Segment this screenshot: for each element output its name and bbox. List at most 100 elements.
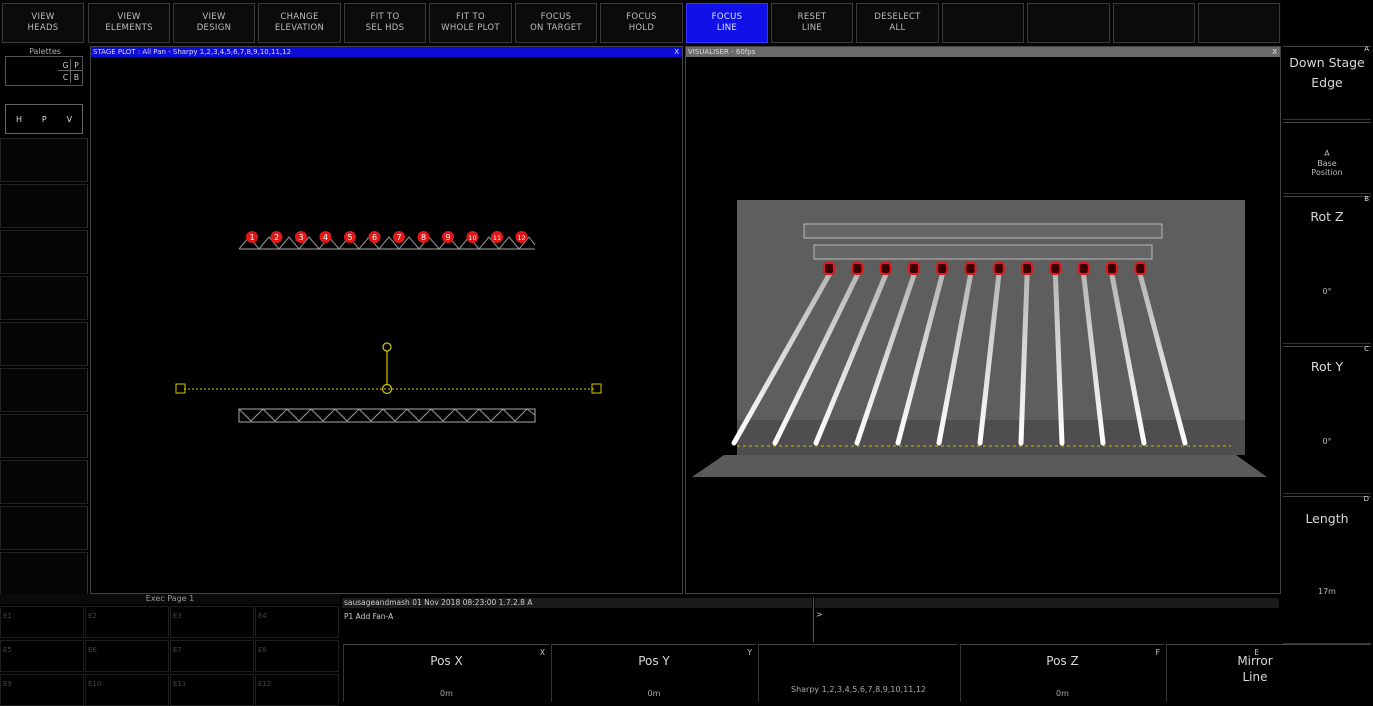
change-elevation-button[interactable]: CHANGE ELEVATION — [258, 3, 341, 43]
focus-line[interactable] — [175, 342, 602, 395]
visualiser-window[interactable]: VISUALISER - 60fps X — [685, 46, 1281, 594]
visualiser-fixture[interactable] — [936, 262, 949, 275]
exec-cell[interactable]: E5 — [0, 640, 84, 672]
exec-cell[interactable]: E3 — [170, 606, 254, 638]
visualiser-fixture[interactable] — [907, 262, 920, 275]
toolbar-blank-button-1[interactable] — [942, 3, 1024, 43]
visualiser-fixture[interactable] — [992, 262, 1005, 275]
visualiser-canvas[interactable] — [686, 57, 1280, 593]
stage-fixture[interactable]: 5 — [344, 231, 356, 243]
stage-plot-canvas[interactable]: 1 2 3 4 5 6 7 8 9 10 11 12 — [91, 57, 682, 593]
stage-fixture[interactable]: 3 — [295, 231, 307, 243]
exec-cell[interactable]: E8 — [255, 640, 339, 672]
palette-slot[interactable] — [0, 322, 88, 366]
stage-fixture[interactable]: 12 — [515, 231, 528, 243]
pos-z-value: 0m — [1056, 689, 1069, 698]
stage-fixture[interactable]: 1 — [246, 231, 258, 243]
mirror-line-button[interactable]: E Mirror Line — [1166, 644, 1371, 702]
stage-fixture[interactable]: 2 — [270, 231, 283, 243]
palette-slot[interactable] — [0, 368, 88, 412]
stage-fixture[interactable]: 4 — [319, 231, 332, 243]
visualiser-fixture[interactable] — [964, 262, 977, 275]
visualiser-fixture[interactable] — [823, 262, 835, 275]
palette-p[interactable]: P — [72, 61, 81, 70]
palette-slot[interactable] — [0, 184, 88, 228]
rot-z-button[interactable]: B Rot Z 0° — [1283, 195, 1371, 344]
palette-b[interactable]: B — [72, 73, 81, 82]
parameter-panel: A Down Stage Edge A Base Position B Rot … — [1281, 45, 1373, 702]
palette-slot[interactable] — [0, 460, 88, 504]
base-position-button[interactable]: A Base Position — [1283, 122, 1371, 194]
stage-fixture[interactable]: 7 — [393, 231, 405, 243]
visualiser-fixture[interactable] — [1021, 262, 1034, 275]
rot-y-label: Rot Y — [1310, 359, 1344, 374]
visualiser-fixture[interactable] — [1077, 262, 1090, 275]
reset-line-button[interactable]: RESET LINE — [771, 3, 853, 43]
focus-line-start-handle[interactable] — [175, 383, 186, 394]
hpv-selector: H P V — [5, 104, 83, 134]
fit-to-whole-plot-button[interactable]: FIT TO WHOLE PLOT — [429, 3, 512, 43]
exec-cell[interactable]: E4 — [255, 606, 339, 638]
view-heads-button[interactable]: VIEW HEADS — [2, 3, 84, 43]
visualiser-fixture[interactable] — [1134, 262, 1147, 275]
focus-hold-button[interactable]: FOCUS HOLD — [600, 3, 683, 43]
pos-y-button[interactable]: Y Pos Y 0m — [551, 644, 756, 702]
stage-fixture[interactable]: 11 — [491, 231, 503, 243]
deselect-all-button[interactable]: DESELECT ALL — [856, 3, 939, 43]
pos-x-button[interactable]: X Pos X 0m — [343, 644, 549, 702]
visualiser-fixture[interactable] — [1106, 262, 1118, 275]
palette-slot[interactable] — [0, 552, 88, 596]
fit-to-sel-hds-button[interactable]: FIT TO SEL HDS — [344, 3, 426, 43]
palette-c[interactable]: C — [61, 73, 70, 82]
focus-line-rotate-handle[interactable] — [382, 342, 392, 352]
focus-on-target-button[interactable]: FOCUS ON TARGET — [515, 3, 597, 43]
rot-y-button[interactable]: C Rot Y 0° — [1283, 345, 1371, 494]
exec-cell[interactable]: E2 — [85, 606, 169, 638]
length-button[interactable]: D Length 17m — [1283, 495, 1371, 644]
exec-cell[interactable]: E12 — [255, 674, 339, 706]
down-stage-edge-button[interactable]: A Down Stage Edge — [1283, 45, 1371, 120]
fixture-number: 4 — [323, 233, 328, 242]
focus-line-center-handle[interactable] — [381, 383, 393, 395]
exec-cell[interactable]: E10 — [85, 674, 169, 706]
palette-slot[interactable] — [0, 230, 88, 274]
stage-plot-close-button[interactable]: X — [674, 47, 679, 57]
toolbar-blank-button-4[interactable] — [1198, 3, 1280, 43]
hpv-p[interactable]: P — [42, 115, 47, 124]
toolbar-blank-button-3[interactable] — [1113, 3, 1195, 43]
fixture-number: 6 — [372, 233, 377, 242]
truss-back — [803, 223, 1163, 239]
stage-plot-window[interactable]: STAGE PLOT : All Pan - Sharpy 1,2,3,4,5,… — [90, 46, 683, 594]
command-history-line: P1 Add Fan-A — [344, 612, 394, 621]
visualiser-fixture[interactable] — [851, 262, 864, 275]
palette-slot[interactable] — [0, 276, 88, 320]
exec-cell[interactable]: E11 — [170, 674, 254, 706]
pos-z-button[interactable]: F Pos Z 0m — [960, 644, 1164, 702]
exec-cell[interactable]: E6 — [85, 640, 169, 672]
stage-fixture[interactable]: 6 — [368, 231, 381, 243]
hpv-h[interactable]: H — [16, 115, 22, 124]
palette-slot[interactable] — [0, 138, 88, 182]
hpv-v[interactable]: V — [67, 115, 72, 124]
palette-slot[interactable] — [0, 414, 88, 458]
toolbar: VIEW HEADS VIEW ELEMENTS VIEW DESIGN CHA… — [0, 0, 1281, 46]
upper-truss — [238, 236, 536, 250]
focus-line-button[interactable]: FOCUS LINE — [686, 3, 768, 43]
toolbar-blank-button-2[interactable] — [1027, 3, 1110, 43]
view-elements-button[interactable]: VIEW ELEMENTS — [88, 3, 170, 43]
stage-fixture[interactable]: 8 — [417, 231, 430, 243]
palette-g[interactable]: G — [61, 61, 70, 70]
palette-slot[interactable] — [0, 506, 88, 550]
exec-cell[interactable]: E1 — [0, 606, 84, 638]
visualiser-fixture[interactable] — [1049, 262, 1062, 275]
exec-cell[interactable]: E7 — [170, 640, 254, 672]
visualiser-fixture[interactable] — [879, 262, 892, 275]
exec-cell[interactable]: E9 — [0, 674, 84, 706]
command-prompt[interactable]: > — [816, 610, 823, 619]
stage-fixture[interactable]: 9 — [442, 231, 454, 243]
view-design-button[interactable]: VIEW DESIGN — [173, 3, 255, 43]
visualiser-close-button[interactable]: X — [1272, 47, 1277, 57]
stage-fixture[interactable]: 10 — [466, 231, 479, 243]
fixture-number: 8 — [421, 233, 426, 242]
base-position-key: A — [1324, 149, 1330, 158]
